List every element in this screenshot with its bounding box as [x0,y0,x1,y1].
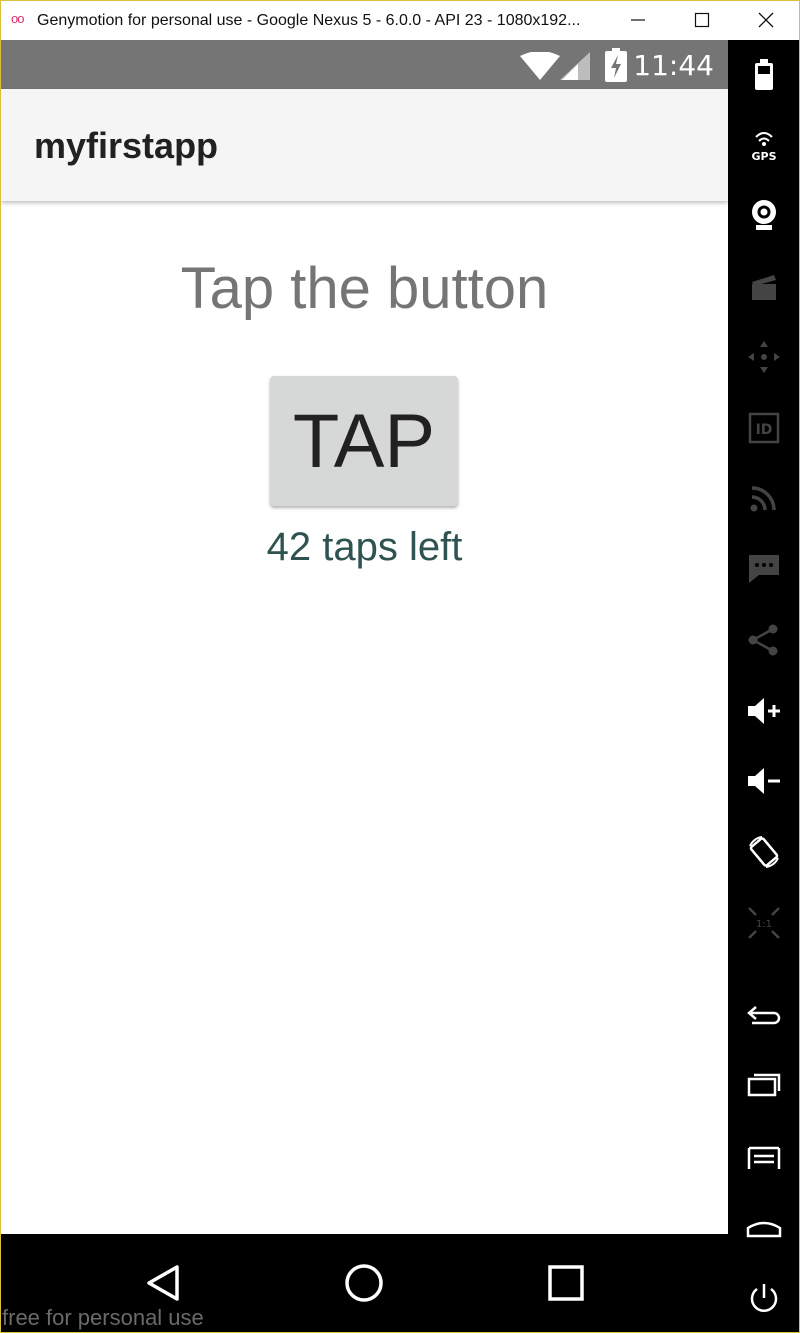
capture-icon[interactable] [728,262,799,312]
recents-square-icon [548,1265,584,1301]
window-title: Genymotion for personal use - Google Nex… [37,12,581,29]
webcam-icon[interactable] [728,190,799,240]
svg-text:1:1: 1:1 [755,919,771,930]
watermark-text: free for personal use [2,1305,204,1330]
cell-signal-icon [560,52,590,80]
maximize-button[interactable] [669,1,735,39]
nav-back-button[interactable] [133,1258,193,1308]
device-screen: 11:44 myfirstapp Tap the button TAP 42 t… [1,40,728,1234]
volume-up-icon[interactable] [728,686,799,736]
battery-charging-icon [605,48,627,82]
back-icon[interactable] [728,990,799,1040]
nav-home-button[interactable] [334,1258,394,1308]
action-bar: myfirstapp [1,89,728,201]
home-circle-icon [345,1264,383,1302]
battery-icon[interactable] [728,50,799,100]
status-bar: 11:44 [1,40,728,89]
status-clock: 11:44 [633,49,714,82]
close-button[interactable] [733,1,799,39]
wifi-icon [520,52,560,80]
device-id-icon[interactable]: ID [728,403,799,453]
minimize-icon [631,19,645,21]
menu-icon[interactable] [728,1132,799,1182]
prompt-text: Tap the button [180,256,549,321]
power-icon[interactable] [728,1273,799,1323]
volume-down-icon[interactable] [728,756,799,806]
taps-left-counter: 42 taps left [266,525,463,569]
window-titlebar[interactable]: oo Genymotion for personal use - Google … [1,1,799,39]
app-title: myfirstapp [34,125,219,166]
sms-icon[interactable] [728,544,799,594]
svg-text:ID: ID [755,422,772,438]
genymotion-logo-icon: oo [11,11,25,26]
rss-icon[interactable] [728,473,799,523]
minimize-button[interactable] [605,1,671,39]
home-icon[interactable] [728,1203,799,1253]
maximize-icon [694,12,710,28]
gps-icon[interactable]: GPS [728,120,799,170]
rotate-icon[interactable] [728,827,799,877]
recent-apps-icon[interactable] [728,1060,799,1110]
nav-recents-button[interactable] [536,1258,596,1308]
dpad-icon[interactable] [728,332,799,382]
pixel-perfect-icon[interactable]: 1:1 [728,898,799,948]
share-icon[interactable] [728,615,799,665]
close-icon [758,12,774,28]
genymotion-toolbar: GPS ID 1:1 [728,40,799,1332]
svg-text:GPS: GPS [751,150,776,163]
tap-button[interactable]: TAP [270,376,458,506]
back-triangle-icon [147,1265,179,1301]
